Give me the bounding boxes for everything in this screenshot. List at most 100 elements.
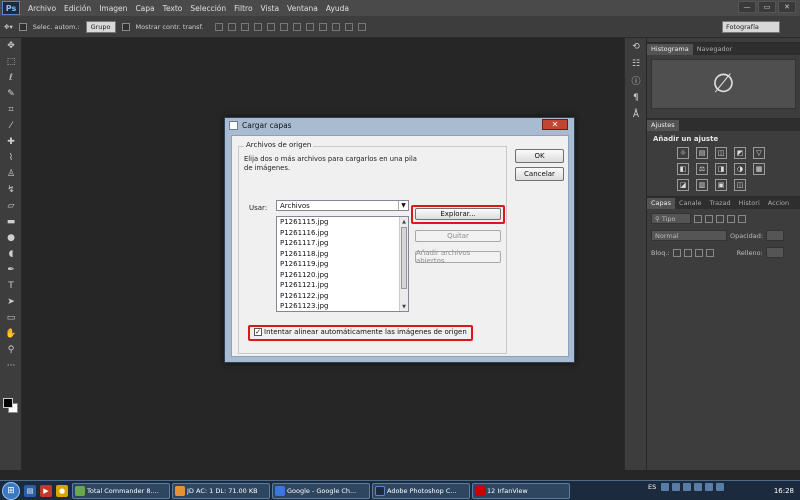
restore-button[interactable]: ▭ — [758, 1, 776, 13]
healing-brush-tool-icon[interactable]: ✚ — [0, 134, 22, 150]
eraser-tool-icon[interactable]: ▱ — [0, 198, 22, 214]
lock-pixels-icon[interactable] — [683, 248, 692, 257]
fill-input[interactable] — [765, 247, 784, 258]
hand-tool-icon[interactable]: ✋ — [0, 326, 22, 342]
filter-pixel-icon[interactable] — [694, 214, 702, 223]
menu-edicion[interactable]: Edición — [60, 4, 95, 13]
threshold-icon[interactable]: ▣ — [715, 179, 727, 191]
file-list[interactable]: P1261115.jpg P1261116.jpg P1261117.jpg P… — [276, 216, 409, 312]
brush-tool-icon[interactable]: ⌇ — [0, 150, 22, 166]
lasso-tool-icon[interactable]: ℓ — [0, 70, 22, 86]
lock-all-icon[interactable] — [705, 248, 714, 257]
list-item[interactable]: P1261123.jpg — [277, 301, 408, 311]
task-google-chrome[interactable]: Google - Google Ch... — [272, 482, 370, 499]
align-top-icon[interactable] — [215, 22, 224, 31]
tray-icon[interactable] — [661, 483, 670, 491]
black-white-icon[interactable]: ◨ — [715, 163, 727, 175]
eyedropper-tool-icon[interactable]: ⁄ — [0, 118, 22, 134]
tab-trazados[interactable]: Trazad — [705, 198, 734, 209]
foreground-color-swatch[interactable] — [3, 398, 13, 408]
list-item[interactable]: P1261115.jpg — [277, 217, 408, 228]
quick-select-tool-icon[interactable]: ✎ — [0, 86, 22, 102]
clone-stamp-tool-icon[interactable]: ♙ — [0, 166, 22, 182]
distribute-top-icon[interactable] — [293, 22, 302, 31]
filter-smart-object-icon[interactable] — [738, 214, 746, 223]
shape-tool-icon[interactable]: ▭ — [0, 310, 22, 326]
filter-type-icon[interactable] — [716, 214, 724, 223]
gradient-tool-icon[interactable]: ▬ — [0, 214, 22, 230]
blend-mode-dropdown[interactable]: Normal — [651, 230, 727, 241]
list-item[interactable]: P1261117.jpg — [277, 238, 408, 249]
history-panel-icon[interactable]: ⟲ — [625, 38, 647, 55]
task-total-commander[interactable]: Total Commander 8.... — [72, 482, 170, 499]
tab-historia[interactable]: Histori — [735, 198, 764, 209]
type-tool-icon[interactable]: T — [0, 278, 22, 294]
move-tool-icon[interactable]: ✥ — [0, 38, 22, 54]
minimize-button[interactable]: — — [738, 1, 756, 13]
scroll-down-icon[interactable]: ▼ — [400, 302, 408, 311]
exposure-icon[interactable]: ◩ — [734, 147, 746, 159]
tab-acciones[interactable]: Accion — [764, 198, 793, 209]
show-transform-checkbox[interactable] — [121, 22, 130, 31]
cancel-button[interactable]: Cancelar — [515, 167, 564, 181]
align-center-icon[interactable] — [267, 22, 276, 31]
more-tools-icon[interactable]: ··· — [0, 358, 22, 374]
network-icon[interactable] — [705, 483, 714, 491]
menu-ayuda[interactable]: Ayuda — [322, 4, 353, 13]
brightness-contrast-icon[interactable]: ☼ — [677, 147, 689, 159]
lock-transparency-icon[interactable] — [672, 248, 681, 257]
dialog-titlebar[interactable]: Cargar capas — [225, 118, 574, 132]
auto-select-target-dropdown[interactable]: Grupo — [85, 20, 116, 33]
volume-icon[interactable] — [716, 483, 725, 491]
move-tool-icon[interactable]: ✥▾ — [4, 23, 13, 31]
language-indicator[interactable]: ES — [648, 483, 656, 491]
levels-icon[interactable]: ▤ — [696, 147, 708, 159]
task-photoshop[interactable]: Adobe Photoshop C... — [372, 482, 470, 499]
tab-canales[interactable]: Canale — [675, 198, 705, 209]
blur-tool-icon[interactable]: ● — [0, 230, 22, 246]
history-brush-tool-icon[interactable]: ↯ — [0, 182, 22, 198]
task-jdownloader[interactable]: JD AC: 1 DL: 71.00 KB — [172, 482, 270, 499]
close-app-button[interactable]: ✕ — [778, 1, 796, 13]
auto-align-row[interactable]: ✓ Intentar alinear automáticamente las i… — [254, 328, 467, 336]
tray-icon[interactable] — [694, 483, 703, 491]
curves-icon[interactable]: ◫ — [715, 147, 727, 159]
opacity-input[interactable] — [766, 230, 785, 241]
distribute-middle-icon[interactable] — [306, 22, 315, 31]
menu-archivo[interactable]: Archivo — [24, 4, 60, 13]
menu-imagen[interactable]: Imagen — [95, 4, 131, 13]
workspace-dropdown[interactable]: Fotografía — [722, 21, 780, 33]
auto-align-label[interactable]: Intentar alinear automáticamente las imá… — [264, 328, 467, 336]
ok-button[interactable]: OK — [515, 149, 564, 163]
auto-align-checkbox[interactable]: ✓ — [254, 328, 262, 336]
crop-tool-icon[interactable]: ⌗ — [0, 102, 22, 118]
menu-texto[interactable]: Texto — [159, 4, 187, 13]
posterize-icon[interactable]: ▥ — [696, 179, 708, 191]
task-irfanview[interactable]: 12 IrfanView — [472, 482, 570, 499]
info-panel-icon[interactable]: ⓘ — [625, 72, 647, 89]
scroll-up-icon[interactable]: ▲ — [400, 217, 408, 226]
zoom-tool-icon[interactable]: ⚲ — [0, 342, 22, 358]
list-item[interactable]: P1261116.jpg — [277, 228, 408, 239]
tab-capas[interactable]: Capas — [647, 198, 676, 209]
lock-position-icon[interactable] — [694, 248, 703, 257]
dodge-tool-icon[interactable]: ◖ — [0, 246, 22, 262]
browse-button[interactable]: Explorar... — [415, 208, 501, 220]
list-item[interactable]: P1261121.jpg — [277, 280, 408, 291]
marquee-tool-icon[interactable]: ⬚ — [0, 54, 22, 70]
menu-ventana[interactable]: Ventana — [283, 4, 322, 13]
vibrance-icon[interactable]: ▽ — [753, 147, 765, 159]
menu-capa[interactable]: Capa — [131, 4, 158, 13]
use-dropdown[interactable]: Archivos ▼ — [276, 200, 409, 211]
align-middle-icon[interactable] — [228, 22, 237, 31]
distribute-right-icon[interactable] — [358, 22, 367, 31]
filter-shape-icon[interactable] — [727, 214, 735, 223]
menu-seleccion[interactable]: Selección — [186, 4, 230, 13]
list-item[interactable]: P1261120.jpg — [277, 270, 408, 281]
media-player-icon[interactable]: ▶ — [40, 484, 52, 497]
menu-vista[interactable]: Vista — [257, 4, 284, 13]
color-balance-icon[interactable]: ⚖ — [696, 163, 708, 175]
align-right-icon[interactable] — [280, 22, 289, 31]
tab-navegador[interactable]: Navegador — [693, 44, 737, 55]
tab-ajustes[interactable]: Ajustes — [647, 120, 679, 131]
